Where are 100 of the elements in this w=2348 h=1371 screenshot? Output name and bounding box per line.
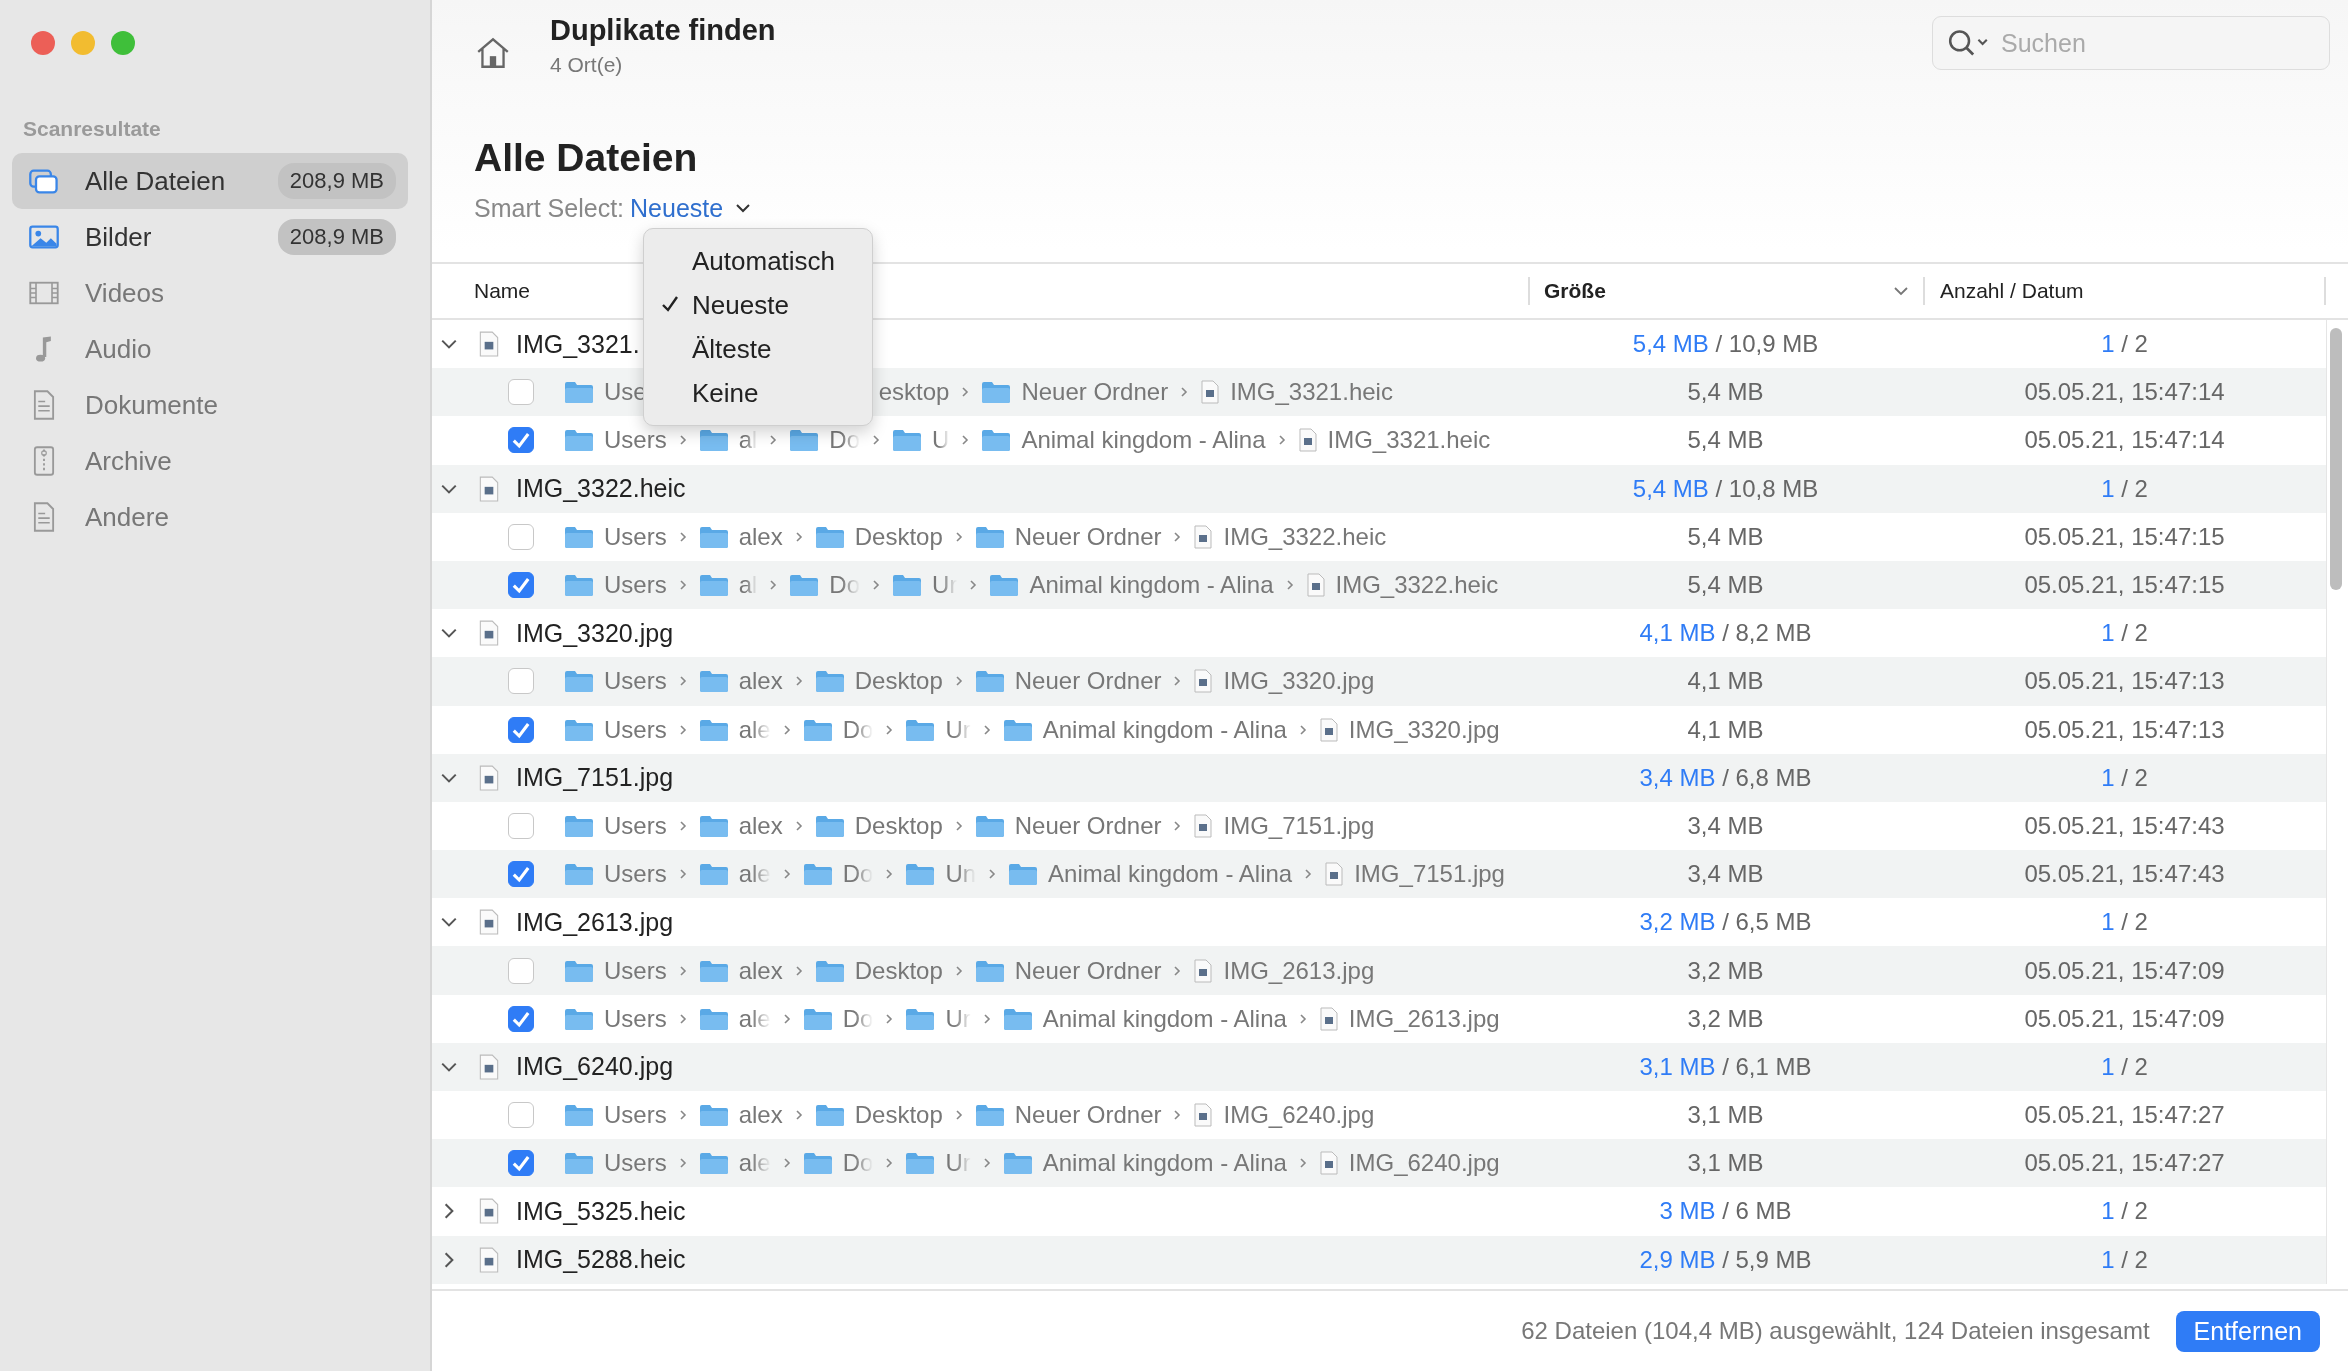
path-segment[interactable]: Animal kingdom - Alina xyxy=(989,571,1274,600)
path-segment[interactable]: alex xyxy=(698,1101,783,1130)
path-segment[interactable]: alex xyxy=(698,811,783,840)
path-segment[interactable]: Neuer Ordner xyxy=(974,1101,1162,1130)
path-segment[interactable]: Users xyxy=(564,860,667,889)
path-segment[interactable]: Animal kingdom - Alina xyxy=(1008,860,1293,889)
path-segment[interactable]: IMG_3321.heic xyxy=(1297,426,1491,455)
path-segment[interactable]: Desktop xyxy=(814,667,943,696)
path-segment[interactable]: Users xyxy=(564,1101,667,1130)
folder-icon xyxy=(974,958,1005,983)
checkbox[interactable] xyxy=(508,812,534,839)
path-segment[interactable]: Users xyxy=(564,715,667,744)
path-segment[interactable]: ale xyxy=(698,715,771,744)
path-segment[interactable]: IMG_3321.heic xyxy=(1200,378,1393,407)
checkbox[interactable] xyxy=(508,1005,534,1032)
path-segment[interactable]: Neuer Ordner xyxy=(974,522,1162,551)
path-segment[interactable]: al xyxy=(698,426,758,455)
close-button[interactable] xyxy=(31,31,55,55)
menu-item[interactable]: Keine xyxy=(644,371,872,415)
path-segment[interactable]: Neuer Ordner xyxy=(974,667,1162,696)
checkbox[interactable] xyxy=(508,523,534,550)
path-segment[interactable]: ale xyxy=(698,1004,771,1033)
path-segment[interactable]: IMG_6240.jpg xyxy=(1193,1101,1375,1130)
path-segment[interactable]: ale xyxy=(698,860,771,889)
path-segment[interactable]: Animal kingdom - Alina xyxy=(1002,1149,1287,1178)
path-segment[interactable]: Animal kingdom - Alina xyxy=(981,426,1266,455)
path-segment[interactable]: Do xyxy=(802,1004,874,1033)
path-segment[interactable]: Desktop xyxy=(814,522,943,551)
path-segment[interactable]: Ur xyxy=(905,1149,971,1178)
path-segment[interactable]: Desktop xyxy=(814,1101,943,1130)
path-segment[interactable]: alex xyxy=(698,522,783,551)
column-header[interactable]: Größe xyxy=(1544,279,1606,303)
sidebar-item[interactable]: Bilder 208,9 MB xyxy=(12,209,408,265)
path-segment[interactable]: Desktop xyxy=(814,956,943,985)
path-segment[interactable]: Users xyxy=(564,811,667,840)
path-segment[interactable]: Do xyxy=(802,860,874,889)
path-segment[interactable]: IMG_3320.jpg xyxy=(1318,715,1500,744)
path-segment[interactable]: Users xyxy=(564,571,667,600)
path-segment[interactable]: Animal kingdom - Alina xyxy=(1002,715,1287,744)
path-segment[interactable]: Users xyxy=(564,1004,667,1033)
path-segment[interactable]: alex xyxy=(698,956,783,985)
path-segment[interactable]: Users xyxy=(564,426,667,455)
path-segment[interactable]: esktop xyxy=(878,378,950,407)
path-segment[interactable]: U xyxy=(892,426,950,455)
search-field[interactable]: Suchen xyxy=(1932,16,2330,70)
path-segment[interactable]: alex xyxy=(698,667,783,696)
path-segment[interactable]: IMG_2613.jpg xyxy=(1193,956,1375,985)
path-segment[interactable]: al xyxy=(698,571,758,600)
path-segment[interactable]: Ur xyxy=(905,1004,971,1033)
checkbox[interactable] xyxy=(508,1150,534,1177)
checkmark-icon xyxy=(660,294,680,314)
path-segment[interactable]: Users xyxy=(564,956,667,985)
size-cell-text: 2,9 MB / 5,9 MB xyxy=(1638,1245,1813,1274)
path-segment[interactable]: ale xyxy=(698,1149,771,1178)
path-segment[interactable]: Ur xyxy=(905,715,971,744)
path-segment[interactable]: Ur xyxy=(892,571,958,600)
path-segment[interactable]: Do xyxy=(802,715,874,744)
smart-select-dropdown[interactable]: Neueste xyxy=(624,193,752,223)
breadcrumb-separator-icon xyxy=(782,723,791,736)
menu-item[interactable]: Automatisch xyxy=(644,239,872,283)
checkbox[interactable] xyxy=(508,1102,534,1129)
checkbox[interactable] xyxy=(508,861,534,888)
path-segment[interactable]: Do xyxy=(802,1149,874,1178)
path-segment[interactable]: Desktop xyxy=(814,811,943,840)
path-segment[interactable]: Neuer Ordner xyxy=(974,956,1162,985)
checkbox[interactable] xyxy=(508,572,534,599)
checkbox[interactable] xyxy=(508,427,534,454)
folder-icon xyxy=(802,1006,833,1031)
path-segment[interactable]: IMG_7151.jpg xyxy=(1193,811,1375,840)
scrollbar[interactable] xyxy=(2330,328,2342,590)
path-segment[interactable]: IMG_3320.jpg xyxy=(1193,667,1375,696)
date-cell-text: 05.05.21, 15:47:43 xyxy=(2023,860,2226,889)
remove-button[interactable]: Entfernen xyxy=(2175,1310,2320,1352)
path-segment[interactable]: Un xyxy=(905,860,977,889)
path-segment[interactable]: Users xyxy=(564,1149,667,1178)
path-segment[interactable]: IMG_3322.heic xyxy=(1193,522,1387,551)
path-segment[interactable]: Animal kingdom - Alina xyxy=(1002,1004,1287,1033)
path-segment[interactable]: IMG_3322.heic xyxy=(1305,571,1499,600)
path-segment[interactable]: Users xyxy=(564,667,667,696)
menu-item[interactable]: Älteste xyxy=(644,327,872,371)
breadcrumb-separator-icon xyxy=(678,530,687,543)
path-segment[interactable]: IMG_2613.jpg xyxy=(1318,1004,1500,1033)
menu-item[interactable]: Neueste xyxy=(644,283,872,327)
folder-icon xyxy=(789,428,820,453)
path-segment[interactable]: Users xyxy=(564,522,667,551)
path-segment[interactable]: IMG_7151.jpg xyxy=(1324,860,1505,889)
checkbox[interactable] xyxy=(508,379,534,406)
breadcrumb-separator-icon xyxy=(885,1157,894,1170)
path-segment[interactable]: IMG_6240.jpg xyxy=(1318,1149,1500,1178)
checkbox[interactable] xyxy=(508,668,534,695)
checkbox[interactable] xyxy=(508,957,534,984)
sort-chevron-icon[interactable] xyxy=(1893,286,1909,296)
path-segment[interactable]: Neuer Ordner xyxy=(981,378,1169,407)
breadcrumb-separator-icon xyxy=(1173,964,1182,977)
sidebar-item[interactable]: Alle Dateien 208,9 MB xyxy=(12,153,408,209)
column-header[interactable]: Anzahl / Datum xyxy=(1923,277,2326,305)
checkbox[interactable] xyxy=(508,716,534,743)
path-segment[interactable]: Do xyxy=(789,426,861,455)
path-segment[interactable]: Neuer Ordner xyxy=(974,811,1162,840)
path-segment[interactable]: Do xyxy=(789,571,861,600)
